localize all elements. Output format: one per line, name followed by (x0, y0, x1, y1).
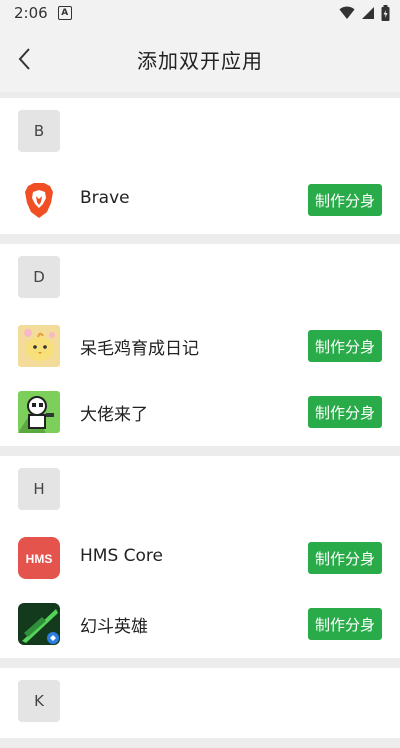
battery-icon (381, 5, 390, 21)
app-row-brave: Brave 制作分身 (0, 168, 400, 234)
app-row-dalaolaile: 大佬来了 制作分身 (0, 380, 400, 446)
boss-game-icon (18, 391, 60, 433)
status-bar: 2:06 A (0, 0, 400, 26)
app-name: HMS Core (80, 546, 163, 566)
letter-badge: H (18, 468, 60, 510)
status-icons (339, 5, 390, 21)
page-title: 添加双开应用 (137, 49, 263, 73)
app-list: B Brave 制作分身 D 呆毛鸡育成日记 制作分身 大佬来了 制作分身 H … (0, 98, 400, 748)
letter-header: D (0, 244, 400, 314)
wifi-icon (339, 6, 355, 19)
hms-core-icon: HMS (18, 537, 60, 579)
letter-badge: D (18, 256, 60, 298)
section-d: D 呆毛鸡育成日记 制作分身 大佬来了 制作分身 (0, 244, 400, 446)
make-clone-button[interactable]: 制作分身 (308, 608, 382, 640)
status-time: 2:06 (14, 4, 48, 22)
make-clone-button[interactable]: 制作分身 (308, 184, 382, 216)
notification-icon: A (57, 6, 72, 20)
letter-header: K (0, 668, 400, 738)
chick-game-icon (18, 325, 60, 367)
hero-game-icon (18, 603, 60, 645)
app-name: 大佬来了 (80, 405, 148, 425)
letter-header: B (0, 98, 400, 168)
section-b: B Brave 制作分身 (0, 98, 400, 234)
section-h: H HMS HMS Core 制作分身 幻斗英雄 制作分身 (0, 456, 400, 658)
app-row-huandou: 幻斗英雄 制作分身 (0, 592, 400, 658)
letter-header: H (0, 456, 400, 526)
brave-icon (25, 183, 53, 218)
make-clone-button[interactable]: 制作分身 (308, 542, 382, 574)
app-row-daimaoji: 呆毛鸡育成日记 制作分身 (0, 314, 400, 380)
section-k: K (0, 668, 400, 738)
app-name: Brave (80, 188, 130, 208)
signal-icon (362, 7, 374, 19)
app-row-hms-core: HMS HMS Core 制作分身 (0, 526, 400, 592)
hms-icon-text: HMS (26, 552, 53, 566)
app-name: 幻斗英雄 (80, 617, 148, 637)
app-bar: 添加双开应用 (0, 26, 400, 92)
make-clone-button[interactable]: 制作分身 (308, 330, 382, 362)
app-name: 呆毛鸡育成日记 (80, 339, 199, 359)
make-clone-button[interactable]: 制作分身 (308, 396, 382, 428)
letter-badge: K (18, 680, 60, 722)
letter-badge: B (18, 110, 60, 152)
